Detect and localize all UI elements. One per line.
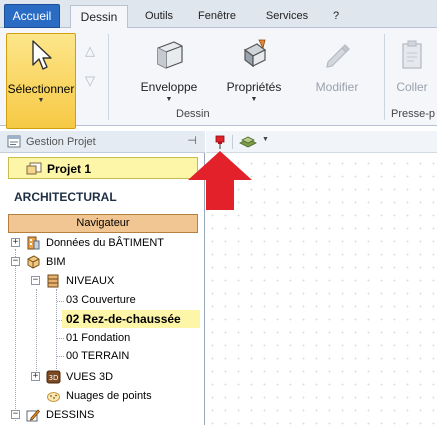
envelope-dropdown-icon: ▼ <box>165 96 173 103</box>
properties-label: Propriétés <box>226 80 282 94</box>
modify-button[interactable]: Modifier <box>300 34 374 110</box>
tree-item-level-00[interactable]: 00 TERRAIN <box>10 347 200 365</box>
project-item[interactable]: Projet 1 <box>8 157 198 179</box>
project-manager-icon <box>7 135 21 148</box>
tree-label: 00 TERRAIN <box>66 350 130 362</box>
select-button[interactable]: Sélectionner ▼ <box>6 33 76 129</box>
tree-label: DESSINS <box>46 409 95 421</box>
tree-label: 01 Fondation <box>66 332 131 344</box>
tree-item-level-01[interactable]: 01 Fondation <box>10 329 200 347</box>
select-button-label: Sélectionner <box>7 82 75 96</box>
select-dropdown-icon: ▼ <box>37 97 45 104</box>
tree-item-levels[interactable]: − NIVEAUX <box>10 272 200 290</box>
cursor-arrow-icon <box>32 40 52 70</box>
envelope-wall-icon <box>157 41 183 69</box>
project-panel: Gestion Projet ⊣ Projet 1 ARCHITECTURAL … <box>0 131 205 425</box>
tree-label: Nuages de points <box>66 390 152 402</box>
chevron-up-icon: △ <box>85 43 95 58</box>
paste-icon <box>402 40 422 69</box>
paste-button[interactable]: Coller <box>388 34 436 110</box>
modify-label: Modifier <box>315 80 359 94</box>
tab-dessin[interactable]: Dessin <box>70 5 128 29</box>
panel-header: Gestion Projet ⊣ <box>0 131 205 153</box>
pin-icon[interactable]: ⊣ <box>187 134 197 147</box>
tree-item-level-02[interactable]: 02 Rez-de-chaussée <box>62 310 200 328</box>
tab-accueil[interactable]: Accueil <box>4 4 60 28</box>
tree-label: BIM <box>46 256 66 268</box>
properties-button[interactable]: Propriétés ▼ <box>216 34 292 110</box>
tree-label: Données du BÂTIMENT <box>46 237 164 249</box>
tab-services[interactable]: Services <box>258 6 316 28</box>
tree-item-point-clouds[interactable]: Nuages de points <box>10 387 200 405</box>
section-title: ARCHITECTURAL <box>14 190 117 204</box>
building-data-icon <box>27 236 40 250</box>
group-label-dessin: Dessin <box>176 108 210 120</box>
expand-icon[interactable]: + <box>11 238 20 247</box>
tab-outils[interactable]: Outils <box>139 6 179 28</box>
navigator-button[interactable]: Navigateur <box>8 214 198 233</box>
chevron-down-icon: ▽ <box>85 73 95 88</box>
tree-item-bim[interactable]: − BIM <box>10 253 200 271</box>
toolbar-separator <box>232 135 233 149</box>
collapse-icon[interactable]: − <box>11 257 20 266</box>
envelope-label: Enveloppe <box>140 80 198 94</box>
collapse-icon[interactable]: − <box>11 410 20 419</box>
3d-views-icon: 3D <box>46 370 61 384</box>
envelope-button[interactable]: Enveloppe ▼ <box>126 34 212 110</box>
tab-help[interactable]: ? <box>326 6 346 28</box>
tree-label: 03 Couverture <box>66 294 136 306</box>
panel-title: Gestion Projet <box>26 136 96 148</box>
ribbon-separator <box>108 34 109 120</box>
callout-arrow-icon <box>188 151 252 210</box>
ribbon-separator <box>384 34 385 120</box>
properties-dropdown-icon: ▼ <box>250 96 258 103</box>
layers-tool-icon[interactable] <box>238 135 258 149</box>
tree-label: VUES 3D <box>66 371 114 383</box>
expand-icon[interactable]: + <box>31 372 40 381</box>
svg-text:3D: 3D <box>49 374 59 382</box>
ribbon: Sélectionner ▼ △ ▽ Enveloppe ▼ Propriété… <box>0 28 437 129</box>
pushpin-red-icon[interactable] <box>214 135 226 150</box>
tree-item-drawings[interactable]: − DESSINS <box>10 406 200 424</box>
project-name: Projet 1 <box>47 162 92 176</box>
tree-item-3d-views[interactable]: + 3D VUES 3D <box>10 368 200 386</box>
collapse-icon[interactable]: − <box>31 276 40 285</box>
tree-item-building-data[interactable]: + Données du BÂTIMENT <box>10 234 200 252</box>
tree-label: 02 Rez-de-chaussée <box>66 312 181 326</box>
levels-icon <box>47 274 59 288</box>
modify-icon <box>326 44 350 68</box>
menu-bar: Accueil Dessin Outils Fenêtre Services ? <box>0 0 437 29</box>
point-cloud-icon <box>47 392 60 402</box>
tree-item-level-03[interactable]: 03 Couverture <box>10 291 200 309</box>
drawings-icon <box>26 409 40 422</box>
ribbon-scroll-arrows[interactable]: △ ▽ <box>82 36 98 106</box>
tab-fenetre[interactable]: Fenêtre <box>193 6 241 28</box>
project-folder-icon <box>26 162 42 175</box>
layers-dropdown-icon[interactable]: ▼ <box>262 136 269 143</box>
group-label-presse: Presse-p <box>391 108 436 120</box>
tree-label: NIVEAUX <box>66 275 115 287</box>
properties-paint-icon <box>243 39 267 68</box>
bim-cube-icon <box>27 255 40 269</box>
paste-label: Coller <box>396 80 428 94</box>
